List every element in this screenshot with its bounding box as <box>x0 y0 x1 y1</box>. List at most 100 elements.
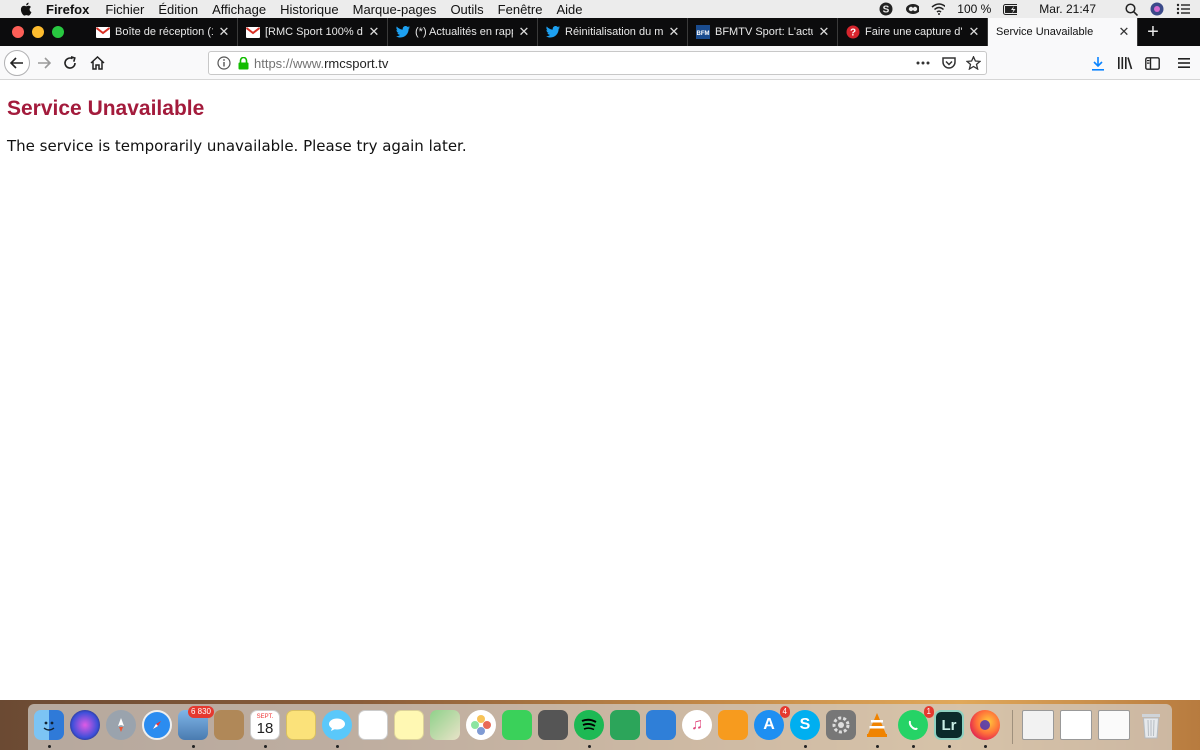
open-menu-button[interactable] <box>1172 51 1196 75</box>
itunes-icon[interactable]: ♫ <box>682 710 712 740</box>
back-button[interactable] <box>4 50 30 76</box>
minimized-window-thumbnail[interactable] <box>1060 710 1092 740</box>
menu-marque-pages[interactable]: Marque-pages <box>353 2 437 17</box>
menu-historique[interactable]: Historique <box>280 2 339 17</box>
sidebar-button[interactable] <box>1140 51 1164 75</box>
home-icon <box>89 56 105 70</box>
numbers-icon[interactable] <box>610 710 640 740</box>
firefox-icon[interactable] <box>970 710 1000 740</box>
running-indicator <box>48 745 51 748</box>
bookmark-star-icon[interactable] <box>964 55 982 71</box>
tab-bfmtv-sport[interactable]: BFM BFMTV Sport: L'actuali… ✕ <box>688 18 838 46</box>
page-title: Service Unavailable <box>7 97 205 120</box>
system-preferences-icon[interactable] <box>826 710 856 740</box>
tab-gmail-inbox[interactable]: Boîte de réception (1 1… ✕ <box>88 18 238 46</box>
lightroom-icon[interactable]: Lr <box>934 710 964 740</box>
clock[interactable]: Mar. 21:47 <box>1039 2 1096 16</box>
pocket-icon[interactable] <box>940 55 958 71</box>
home-button[interactable] <box>85 51 109 75</box>
photos-icon[interactable] <box>466 710 496 740</box>
apple-icon[interactable] <box>18 2 32 16</box>
contacts-icon[interactable] <box>214 710 244 740</box>
twitter-icon <box>546 25 560 39</box>
menu-affichage[interactable]: Affichage <box>212 2 266 17</box>
minimized-window-thumbnail[interactable] <box>1022 710 1054 740</box>
url-bar[interactable]: https://www.rmcsport.tv <box>208 51 987 75</box>
reminders-icon[interactable] <box>358 710 388 740</box>
minimized-window-thumbnail[interactable] <box>1098 710 1130 740</box>
bfmtv-icon: BFM <box>696 25 710 39</box>
battery-icon[interactable] <box>1003 2 1018 16</box>
tab-title: Service Unavailable <box>996 26 1094 38</box>
menu-outils[interactable]: Outils <box>450 2 483 17</box>
screenshot-app-icon[interactable] <box>538 710 568 740</box>
site-info-icon[interactable] <box>216 55 232 71</box>
launchpad-icon[interactable] <box>106 710 136 740</box>
messages-icon[interactable] <box>322 710 352 740</box>
creative-cloud-icon[interactable] <box>905 2 920 16</box>
close-tab-icon[interactable]: ✕ <box>817 24 831 39</box>
zoom-window-button[interactable] <box>52 26 64 38</box>
tab-capture-ecran[interactable]: ? Faire une capture d'écr… ✕ <box>838 18 988 46</box>
stickies-icon[interactable] <box>394 710 424 740</box>
maps-icon[interactable] <box>430 710 460 740</box>
library-button[interactable] <box>1113 51 1137 75</box>
secure-lock-icon[interactable] <box>236 55 250 71</box>
close-window-button[interactable] <box>12 26 24 38</box>
url-host: rmcsport.tv <box>324 55 389 71</box>
minimize-window-button[interactable] <box>32 26 44 38</box>
close-tab-icon[interactable]: ✕ <box>1117 24 1131 39</box>
skype-status-icon[interactable]: S <box>879 2 893 16</box>
window-controls <box>0 18 88 46</box>
notification-center-icon[interactable] <box>1176 2 1190 16</box>
tab-twitter-reset[interactable]: Réinitialisation du mot… ✕ <box>538 18 688 46</box>
reload-button[interactable] <box>58 51 82 75</box>
page-actions-icon[interactable] <box>914 55 932 71</box>
battery-percent[interactable]: 100 % <box>957 2 991 16</box>
vlc-icon[interactable] <box>862 710 892 740</box>
spotify-icon[interactable] <box>574 710 604 740</box>
close-tab-icon[interactable]: ✕ <box>667 24 681 39</box>
tab-twitter-actualites[interactable]: (*) Actualités en rappo… ✕ <box>388 18 538 46</box>
menu-edition[interactable]: Édition <box>158 2 198 17</box>
svg-text:S: S <box>883 5 890 16</box>
skype-icon[interactable]: S <box>790 710 820 740</box>
hamburger-menu-icon <box>1178 58 1190 68</box>
downloads-button[interactable] <box>1086 51 1110 75</box>
spotlight-search-icon[interactable] <box>1124 2 1138 16</box>
close-tab-icon[interactable]: ✕ <box>217 24 231 39</box>
close-tab-icon[interactable]: ✕ <box>967 24 981 39</box>
forward-button[interactable] <box>32 51 56 75</box>
running-indicator <box>804 745 807 748</box>
keynote-icon[interactable] <box>646 710 676 740</box>
menu-fenetre[interactable]: Fenêtre <box>498 2 543 17</box>
wifi-icon[interactable] <box>931 2 946 16</box>
safari-icon[interactable] <box>142 710 172 740</box>
twitter-icon <box>396 25 410 39</box>
notes-icon[interactable] <box>286 710 316 740</box>
siri-icon[interactable] <box>70 710 100 740</box>
error-message: The service is temporarily unavailable. … <box>7 137 467 155</box>
facetime-icon[interactable] <box>502 710 532 740</box>
close-tab-icon[interactable]: ✕ <box>367 24 381 39</box>
close-tab-icon[interactable]: ✕ <box>517 24 531 39</box>
photos-app-icon[interactable]: 6 830 <box>178 706 214 740</box>
siri-user-icon[interactable] <box>1150 2 1164 16</box>
app-store-icon[interactable]: A 4 <box>754 706 790 740</box>
app-name[interactable]: Firefox <box>46 2 89 17</box>
url-text[interactable]: https://www.rmcsport.tv <box>254 56 388 71</box>
tab-gmail-rmc[interactable]: [RMC Sport 100% digit… ✕ <box>238 18 388 46</box>
whatsapp-icon[interactable]: 1 <box>898 706 934 740</box>
tab-title: Réinitialisation du mot… <box>565 26 663 38</box>
running-indicator <box>264 745 267 748</box>
navigation-toolbar: https://www.rmcsport.tv <box>0 46 1200 80</box>
menu-fichier[interactable]: Fichier <box>105 2 144 17</box>
tab-service-unavailable[interactable]: Service Unavailable ✕ <box>988 18 1138 46</box>
trash-icon[interactable] <box>1136 710 1166 740</box>
ibooks-icon[interactable] <box>718 710 748 740</box>
menu-aide[interactable]: Aide <box>556 2 582 17</box>
finder-icon[interactable] <box>34 710 64 740</box>
help-icon: ? <box>846 25 860 39</box>
calendar-icon[interactable]: SEPT. 18 <box>250 710 280 740</box>
new-tab-button[interactable]: + <box>1138 18 1168 46</box>
